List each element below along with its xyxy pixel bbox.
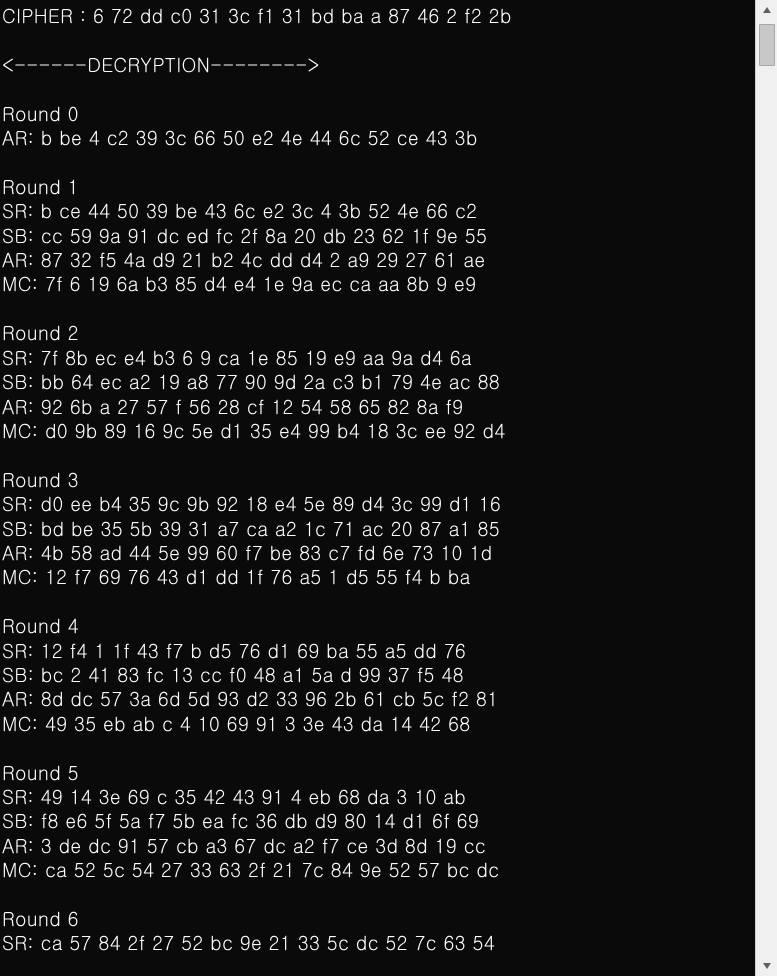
terminal-line: MC: 12 f7 69 76 43 d1 dd 1f 76 a5 1 d5 5… [2, 565, 753, 589]
terminal-line [2, 590, 753, 614]
terminal-line [2, 956, 753, 976]
terminal-line: SR: d0 ee b4 35 9c 9b 92 18 e4 5e 89 d4 … [2, 492, 753, 516]
terminal-line: AR: 4b 58 ad 44 5e 99 60 f7 be 83 c7 fd … [2, 541, 753, 565]
terminal-line: MC: 49 35 eb ab c 4 10 69 91 3 3e 43 da … [2, 712, 753, 736]
terminal-line: SR: ca 57 84 2f 27 52 bc 9e 21 33 5c dc … [2, 931, 753, 955]
terminal-line [2, 883, 753, 907]
terminal-line: SR: b ce 44 50 39 be 43 6c e2 3c 4 3b 52… [2, 199, 753, 223]
scroll-thumb[interactable] [759, 24, 775, 66]
terminal-line: MC: ca 52 5c 54 27 33 63 2f 21 7c 84 9e … [2, 858, 753, 882]
terminal-line: SB: f8 e6 5f 5a f7 5b ea fc 36 db d9 80 … [2, 809, 753, 833]
terminal-line [2, 77, 753, 101]
terminal-line: MC: 7f 6 19 6a b3 85 d4 e4 1e 9a ec ca a… [2, 272, 753, 296]
terminal-line [2, 150, 753, 174]
scroll-down-arrow[interactable] [757, 956, 777, 976]
vertical-scrollbar[interactable] [755, 0, 777, 976]
terminal-line: Round 2 [2, 321, 753, 345]
terminal-line: Round 6 [2, 907, 753, 931]
terminal-line [2, 736, 753, 760]
terminal-line: SR: 7f 8b ec e4 b3 6 9 ca 1e 85 19 e9 aa… [2, 346, 753, 370]
terminal-line: AR: b be 4 c2 39 3c 66 50 e2 4e 44 6c 52… [2, 126, 753, 150]
terminal-line: MC: d0 9b 89 16 9c 5e d1 35 e4 99 b4 18 … [2, 419, 753, 443]
terminal-line: Round 5 [2, 761, 753, 785]
terminal-line: SB: bc 2 41 83 fc 13 cc f0 48 a1 5a d 99… [2, 663, 753, 687]
terminal-output: CIPHER : 6 72 dd c0 31 3c f1 31 bd ba a … [0, 0, 755, 976]
terminal-line: SB: cc 59 9a 91 dc ed fc 2f 8a 20 db 23 … [2, 224, 753, 248]
terminal-line: AR: 3 de dc 91 57 cb a3 67 dc a2 f7 ce 3… [2, 834, 753, 858]
terminal-line: AR: 8d dc 57 3a 6d 5d 93 d2 33 96 2b 61 … [2, 687, 753, 711]
terminal-line: Round 0 [2, 102, 753, 126]
terminal-line: SB: bb 64 ec a2 19 a8 77 90 9d 2a c3 b1 … [2, 370, 753, 394]
terminal-line: AR: 87 32 f5 4a d9 21 b2 4c dd d4 2 a9 2… [2, 248, 753, 272]
terminal-line: Round 4 [2, 614, 753, 638]
terminal-line: Round 3 [2, 468, 753, 492]
scroll-up-arrow[interactable] [757, 0, 777, 20]
terminal-line [2, 443, 753, 467]
terminal-line [2, 297, 753, 321]
terminal-line: SB: bd be 35 5b 39 31 a7 ca a2 1c 71 ac … [2, 517, 753, 541]
terminal-line: <------DECRYPTION--------> [2, 53, 753, 77]
terminal-line: Round 1 [2, 175, 753, 199]
terminal-line: CIPHER : 6 72 dd c0 31 3c f1 31 bd ba a … [2, 4, 753, 28]
scroll-track[interactable] [757, 20, 777, 956]
terminal-line: AR: 92 6b a 27 57 f 56 28 cf 12 54 58 65… [2, 395, 753, 419]
terminal-line [2, 28, 753, 52]
terminal-line: SR: 12 f4 1 1f 43 f7 b d5 76 d1 69 ba 55… [2, 639, 753, 663]
terminal-line: SR: 49 14 3e 69 c 35 42 43 91 4 eb 68 da… [2, 785, 753, 809]
